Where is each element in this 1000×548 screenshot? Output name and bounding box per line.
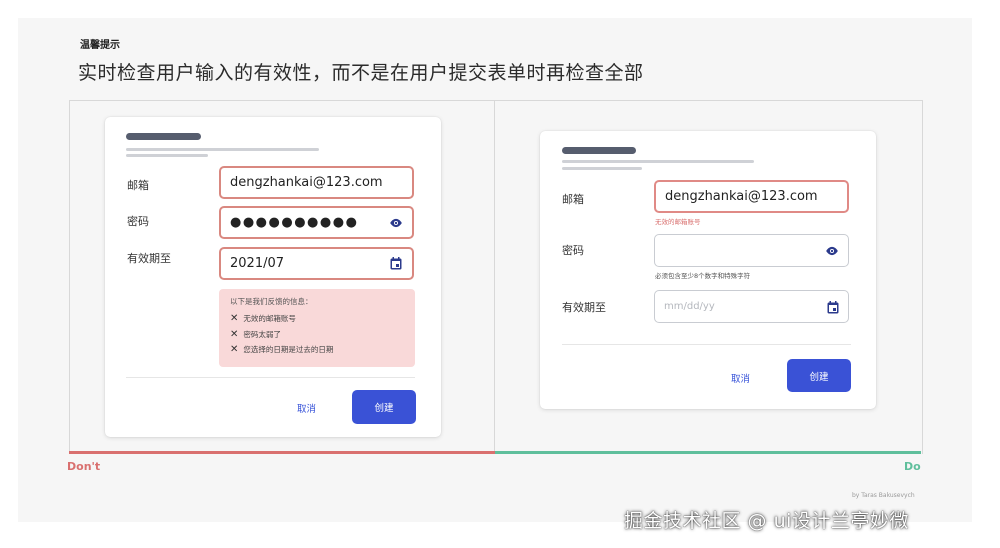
eye-icon[interactable] <box>388 215 404 231</box>
error-item: ✕ 您选择的日期是过去的日期 <box>230 344 333 355</box>
x-icon: ✕ <box>230 313 239 324</box>
skeleton-title <box>562 147 636 154</box>
eye-icon[interactable] <box>824 243 840 259</box>
create-button[interactable]: 创建 <box>352 390 416 424</box>
error-summary-box: 以下是我们反馈的信息： ✕ 无效的邮箱账号 ✕ 密码太弱了 ✕ 您选择的日期是过… <box>219 289 415 367</box>
email-field[interactable]: dengzhankai@123.com <box>654 180 849 213</box>
x-icon: ✕ <box>230 329 239 340</box>
create-button[interactable]: 创建 <box>787 359 851 392</box>
password-field[interactable]: ●●●●●●●●●● <box>219 206 414 239</box>
expiry-field[interactable]: mm/dd/yy <box>654 290 849 323</box>
skeleton-line <box>126 154 208 157</box>
calendar-icon[interactable] <box>389 256 403 270</box>
form-divider <box>562 344 851 345</box>
error-summary-title: 以下是我们反馈的信息： <box>230 297 313 306</box>
expiry-label: 有效期至 <box>562 301 606 314</box>
skeleton-line <box>562 160 754 163</box>
tip-title: 温馨提示 <box>80 40 120 51</box>
error-item-text: 密码太弱了 <box>243 330 281 339</box>
cancel-button[interactable]: 取消 <box>297 401 316 415</box>
error-item: ✕ 密码太弱了 <box>230 329 281 340</box>
email-value: dengzhankai@123.com <box>230 175 383 190</box>
password-label: 密码 <box>562 244 584 257</box>
email-label: 邮箱 <box>127 179 149 192</box>
x-icon: ✕ <box>230 344 239 355</box>
skeleton-line <box>562 167 642 170</box>
email-field[interactable]: dengzhankai@123.com <box>219 166 414 199</box>
dont-bar <box>69 451 495 454</box>
skeleton-line <box>126 148 319 151</box>
panel-divider <box>494 100 495 453</box>
error-item-text: 无效的邮箱账号 <box>243 314 296 323</box>
form-divider <box>126 377 415 378</box>
expiry-value: 2021/07 <box>230 256 285 271</box>
skeleton-title <box>126 133 201 140</box>
password-hint: 必须包含至少8个数字和特殊字符 <box>655 272 751 280</box>
error-item-text: 您选择的日期是过去的日期 <box>243 345 334 354</box>
calendar-icon[interactable] <box>826 300 840 314</box>
error-item: ✕ 无效的邮箱账号 <box>230 313 296 324</box>
expiry-placeholder: mm/dd/yy <box>664 301 715 312</box>
email-value: dengzhankai@123.com <box>665 189 818 204</box>
email-hint: 无效的邮箱账号 <box>655 218 701 226</box>
do-label: Do <box>904 460 921 473</box>
do-bar <box>495 451 921 454</box>
password-value: ●●●●●●●●●● <box>230 215 359 230</box>
expiry-label: 有效期至 <box>127 252 171 265</box>
email-label: 邮箱 <box>562 193 584 206</box>
expiry-field[interactable]: 2021/07 <box>219 247 414 280</box>
dont-label: Don't <box>67 460 101 473</box>
password-label: 密码 <box>127 215 149 228</box>
credit: by Taras Bakusevych <box>852 492 915 499</box>
watermark: 掘金技术社区 @ ui设计兰亭妙微 <box>624 510 909 532</box>
headline: 实时检查用户输入的有效性，而不是在用户提交表单时再检查全部 <box>78 62 644 84</box>
cancel-button[interactable]: 取消 <box>731 371 750 385</box>
password-field[interactable] <box>654 234 849 267</box>
